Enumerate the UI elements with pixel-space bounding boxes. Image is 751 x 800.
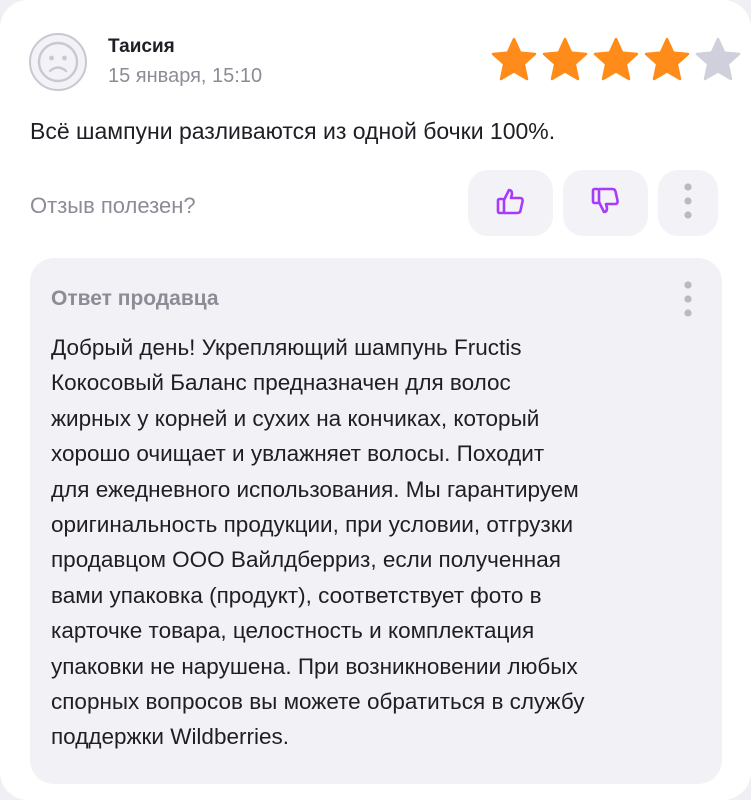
helpful-question: Отзыв полезен?: [30, 193, 196, 218]
review-text: Всё шампуни разливаются из одной бочки 1…: [30, 118, 556, 144]
star-filled-icon: [593, 37, 639, 81]
review-author: Таисия: [108, 36, 175, 57]
seller-reply-line: карточке товара, целостность и комплекта…: [51, 618, 535, 644]
seller-reply-text: Добрый день! Укрепляющий шампунь Fructis…: [51, 330, 711, 755]
seller-reply: Ответ продавца Добрый день! Укрепляющий …: [30, 258, 722, 784]
seller-reply-line: поддержки Wildberries.: [51, 724, 289, 750]
review-header: Таисия 15 января, 15:10: [28, 32, 741, 92]
review-date: 15 января, 15:10: [108, 65, 263, 87]
seller-reply-more-button[interactable]: [676, 278, 700, 324]
seller-reply-line: спорных вопросов вы можете обратиться в …: [51, 689, 585, 715]
seller-reply-line: продавцом ООО Вайлдберриз, если полученн…: [51, 547, 561, 573]
seller-reply-line: упаковки не нарушена. При возникновении …: [51, 653, 578, 679]
star-filled-icon: [491, 37, 537, 81]
vertical-dots-icon: [683, 279, 693, 324]
star-empty-icon: [695, 37, 741, 81]
seller-reply-line: хорошо очищает и увлажняет волосы. Поход…: [51, 441, 545, 467]
seller-reply-line: Кокосовый Баланс предназначен для волос: [51, 370, 511, 396]
seller-reply-line: жирных у корней и сухих на кончиках, кот…: [51, 405, 540, 431]
vertical-dots-icon: [683, 181, 693, 226]
dislike-button[interactable]: [563, 170, 648, 236]
seller-reply-line: вами упаковка (продукт), соответствует ф…: [51, 582, 542, 608]
seller-reply-line: Добрый день! Укрепляющий шампунь Fructis: [51, 335, 522, 360]
thumbs-up-icon: [495, 185, 527, 222]
seller-reply-line: для ежедневного использования. Мы гарант…: [51, 476, 579, 502]
review-actions: [468, 170, 718, 236]
like-button[interactable]: [468, 170, 553, 236]
review-more-button[interactable]: [658, 170, 718, 236]
thumbs-down-icon: [590, 185, 622, 222]
star-rating: [490, 36, 742, 86]
seller-reply-line: оригинальность продукции, при условии, о…: [51, 512, 574, 538]
star-filled-icon: [542, 37, 588, 81]
seller-reply-label: Ответ продавца: [51, 287, 219, 310]
star-filled-icon: [644, 37, 690, 81]
user-avatar-icon: [28, 32, 88, 92]
review-card: Таисия 15 января, 15:10 Всё шампуни разл…: [0, 0, 751, 800]
